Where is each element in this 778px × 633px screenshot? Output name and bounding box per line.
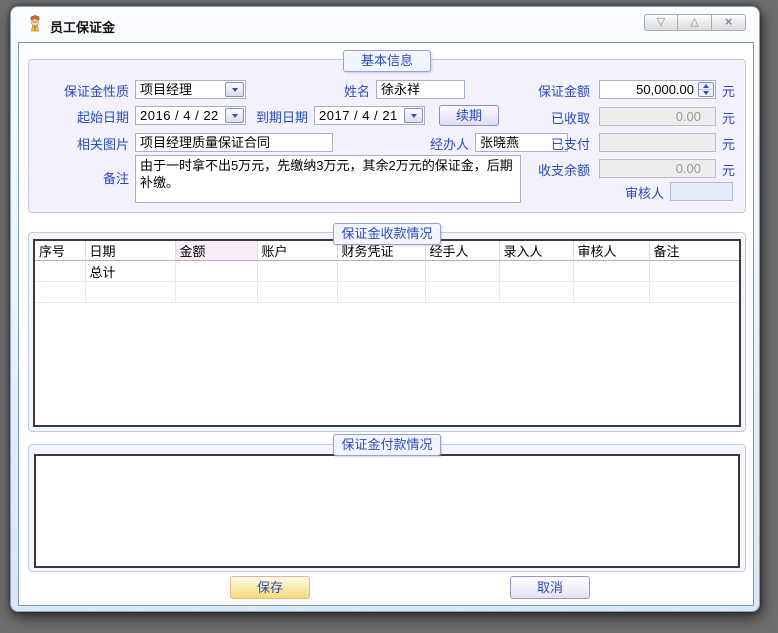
cell xyxy=(35,261,85,282)
balance-label: 收支余额 xyxy=(484,162,590,179)
titlebar[interactable]: 员工保证金 ▽ △ × xyxy=(11,7,759,42)
handler-label: 经办人 xyxy=(399,136,469,153)
deposit-amount-label: 保证金额 xyxy=(484,83,590,100)
chevron-down-icon[interactable] xyxy=(225,82,244,97)
spinner-up-icon[interactable] xyxy=(699,83,713,90)
col-header-remark[interactable]: 备注 xyxy=(649,241,739,261)
cell xyxy=(85,282,175,303)
col-header-account[interactable]: 账户 xyxy=(257,241,337,261)
name-label: 姓名 xyxy=(304,83,370,100)
cell xyxy=(337,282,425,303)
save-button[interactable]: 保存 xyxy=(230,576,310,599)
content-panel: 基本信息 保证金性质 项目经理 姓名 徐永祥 保证金额 50,000.00 元 … xyxy=(18,42,754,606)
paid-field xyxy=(599,133,716,152)
cell xyxy=(499,261,573,282)
end-date-value: 2017 / 4 / 21 xyxy=(319,108,398,123)
remark-textarea[interactable]: 由于一时拿不出5万元，先缴纳3万元，其余2万元的保证金，后期补缴。 xyxy=(135,155,521,203)
minimize-icon[interactable]: ▽ xyxy=(644,14,678,31)
col-header-entry[interactable]: 录入人 xyxy=(499,241,573,261)
tab-basic-info: 基本信息 xyxy=(343,50,431,72)
cell xyxy=(573,261,649,282)
cell xyxy=(425,261,499,282)
end-date-label: 到期日期 xyxy=(214,109,308,126)
payments-empty-panel[interactable] xyxy=(34,454,740,568)
balance-field: 0.00 xyxy=(599,159,716,178)
related-image-field[interactable]: 项目经理质量保证合同 xyxy=(135,133,333,152)
deposit-amount-unit: 元 xyxy=(722,83,735,100)
table-row[interactable]: 总计 xyxy=(35,261,739,282)
total-cell: 总计 xyxy=(85,261,175,282)
cell xyxy=(649,261,739,282)
receipts-table[interactable]: 序号 日期 金额 账户 财务凭证 经手人 录入人 审核人 备注 总计 xyxy=(33,239,741,427)
cell xyxy=(35,282,85,303)
cell xyxy=(499,282,573,303)
window-title: 员工保证金 xyxy=(50,17,115,36)
tab-payments: 保证金付款情况 xyxy=(333,434,441,456)
start-date-label: 起始日期 xyxy=(35,109,129,126)
cell xyxy=(425,282,499,303)
deposit-amount-field[interactable]: 50,000.00 xyxy=(599,80,716,99)
close-icon[interactable]: × xyxy=(712,14,746,31)
received-unit: 元 xyxy=(722,110,735,127)
paid-label: 已支付 xyxy=(484,136,590,153)
tab-receipts: 保证金收款情况 xyxy=(333,223,441,245)
related-image-label: 相关图片 xyxy=(35,136,129,153)
cell xyxy=(257,282,337,303)
paid-unit: 元 xyxy=(722,136,735,153)
name-field[interactable]: 徐永祥 xyxy=(376,80,465,99)
deposit-nature-value: 项目经理 xyxy=(140,82,192,97)
start-date-value: 2016 / 4 / 22 xyxy=(140,108,219,123)
reviewer-field xyxy=(670,182,733,201)
col-header-amount[interactable]: 金额 xyxy=(175,241,257,261)
cell xyxy=(337,261,425,282)
maximize-icon[interactable]: △ xyxy=(678,14,712,31)
deposit-nature-select[interactable]: 项目经理 xyxy=(135,80,246,99)
received-label: 已收取 xyxy=(484,110,590,127)
balance-unit: 元 xyxy=(722,162,735,179)
window-controls: ▽ △ × xyxy=(644,14,746,31)
amount-spinner[interactable] xyxy=(698,82,714,97)
end-date-picker[interactable]: 2017 / 4 / 21 xyxy=(314,106,425,125)
cell xyxy=(175,282,257,303)
chevron-down-icon[interactable] xyxy=(404,108,423,123)
remark-label: 备注 xyxy=(35,170,129,187)
cell xyxy=(649,282,739,303)
received-field: 0.00 xyxy=(599,107,716,126)
desktop-background: { "window": { "title": "员工保证金", "control… xyxy=(0,0,778,633)
table-row[interactable] xyxy=(35,282,739,303)
cancel-button[interactable]: 取消 xyxy=(510,576,590,599)
window: 员工保证金 ▽ △ × 基本信息 保证金性质 项目经理 姓名 徐永祥 保证金额 … xyxy=(10,6,760,612)
spinner-down-icon[interactable] xyxy=(699,90,713,96)
col-header-date[interactable]: 日期 xyxy=(85,241,175,261)
deposit-nature-label: 保证金性质 xyxy=(35,83,129,100)
cell xyxy=(175,261,257,282)
col-header-seq[interactable]: 序号 xyxy=(35,241,85,261)
cell xyxy=(573,282,649,303)
app-mascot-icon xyxy=(26,15,44,33)
deposit-amount-value: 50,000.00 xyxy=(636,82,694,97)
col-header-reviewer[interactable]: 审核人 xyxy=(573,241,649,261)
cell xyxy=(257,261,337,282)
reviewer-label: 审核人 xyxy=(564,185,664,202)
